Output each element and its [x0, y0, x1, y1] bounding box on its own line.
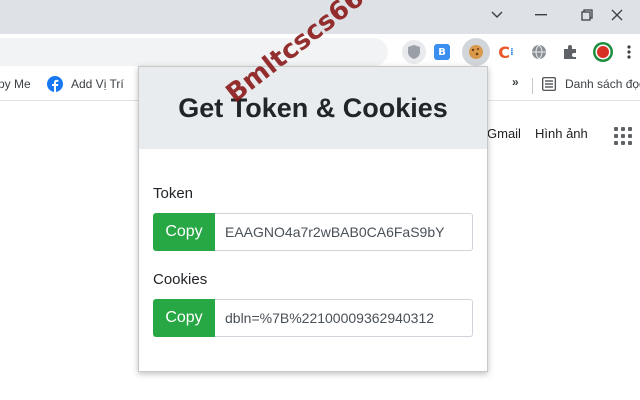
token-field[interactable]: EAAGNO4a7r2wBAB0CA6FaS9bY [215, 213, 473, 251]
copy-cookies-button[interactable]: Copy [153, 299, 215, 337]
images-link[interactable]: Hình ảnh [535, 126, 588, 141]
bookmarks-divider [532, 78, 533, 94]
globe-extension-icon[interactable] [527, 40, 551, 64]
extension-popup: Get Token & Cookies Bmltcscs66 Token Cop… [138, 0, 488, 372]
chevron-down-icon[interactable] [474, 0, 520, 30]
bitwarden-icon[interactable]: B [430, 40, 454, 64]
token-label: Token [153, 185, 194, 202]
shield-extension-icon[interactable] [402, 40, 426, 64]
minimize-icon[interactable] [518, 0, 564, 30]
cookies-input-group: Copy dbln=%7B%22100009362940312 [153, 299, 473, 337]
copy-token-button[interactable]: Copy [153, 213, 215, 251]
close-icon[interactable] [594, 0, 640, 30]
reading-list-button[interactable]: Danh sách đọc [565, 77, 640, 91]
token-input-group: Copy EAAGNO4a7r2wBAB0CA6FaS9bY [153, 213, 473, 251]
cookies-label: Cookies [153, 271, 208, 288]
profile-avatar-icon[interactable] [591, 40, 615, 64]
bookmark-item[interactable]: py Me [0, 77, 31, 91]
cookies-field[interactable]: dbln=%7B%22100009362940312 [215, 299, 473, 337]
gmail-link[interactable]: Gmail [487, 126, 521, 141]
more-vertical-icon[interactable] [624, 40, 634, 64]
address-bar[interactable] [0, 38, 388, 66]
facebook-icon [47, 76, 63, 95]
apps-grid-icon[interactable] [614, 127, 632, 145]
bookmark-item[interactable]: Add Vị Trí [71, 77, 124, 91]
puzzle-icon[interactable] [558, 40, 582, 64]
popup-header: Get Token & Cookies [139, 67, 487, 149]
bookmarks-overflow-button[interactable]: » [512, 75, 519, 89]
popup-title: Get Token & Cookies [178, 92, 448, 123]
cookie-icon[interactable] [462, 38, 490, 66]
reading-list-icon [542, 77, 556, 94]
c-extension-icon[interactable]: C ⁞ [494, 40, 518, 64]
